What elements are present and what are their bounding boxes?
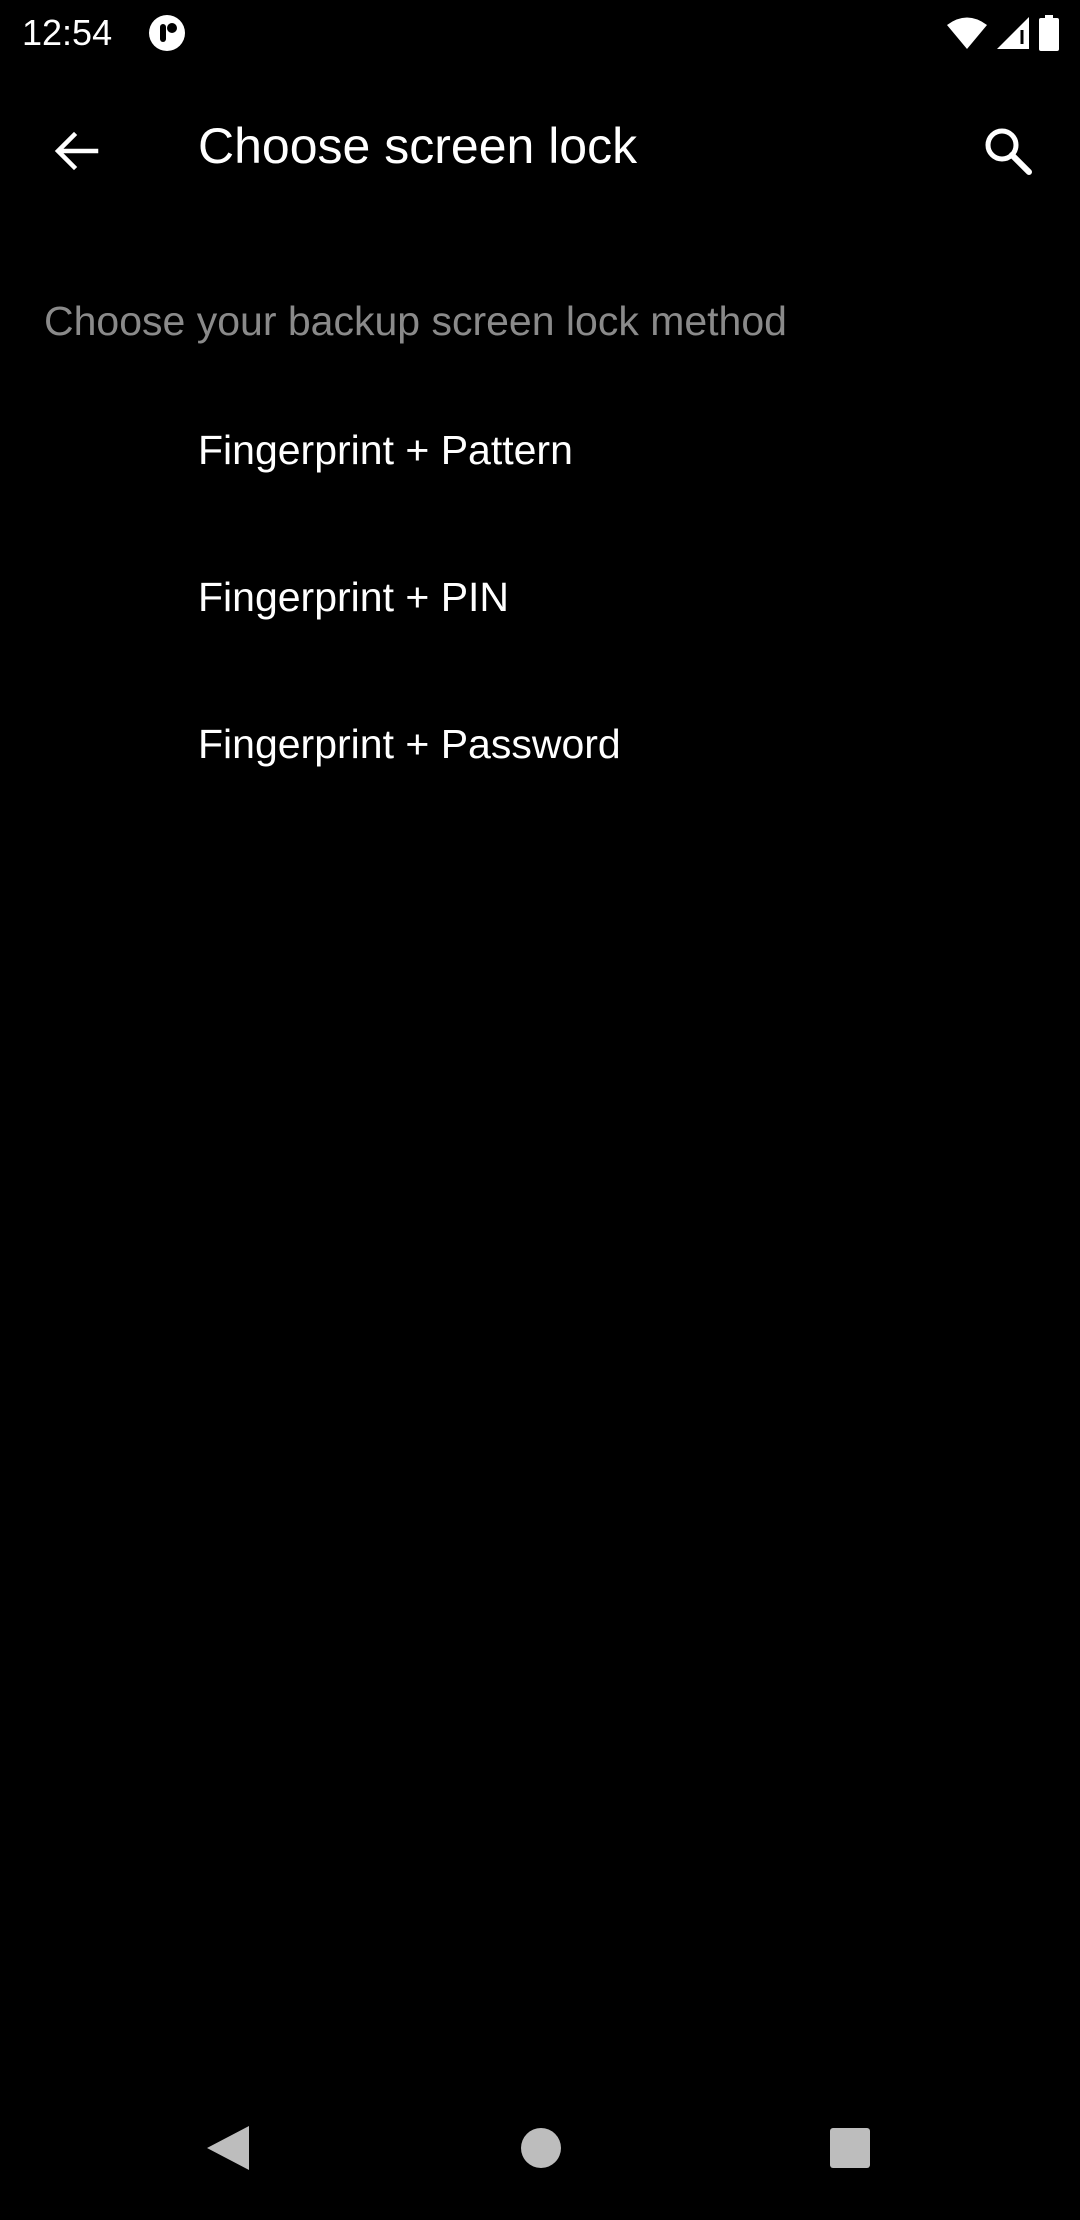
nav-recents-icon <box>829 2127 871 2174</box>
status-icons <box>946 12 1060 54</box>
option-fingerprint-pattern[interactable]: Fingerprint + Pattern <box>0 376 1080 523</box>
nav-home-icon <box>520 2127 562 2174</box>
nav-home-button[interactable] <box>509 2118 573 2182</box>
nav-back-button[interactable] <box>196 2118 260 2182</box>
option-label: Fingerprint + PIN <box>198 573 510 620</box>
option-fingerprint-password[interactable]: Fingerprint + Password <box>0 670 1080 817</box>
option-label: Fingerprint + Pattern <box>198 426 573 473</box>
status-bar: 12:54 <box>0 0 1080 66</box>
signal-icon <box>996 16 1030 50</box>
app-notification-icon <box>148 14 186 52</box>
search-button[interactable] <box>966 111 1050 195</box>
arrow-back-icon <box>52 127 100 180</box>
option-label: Fingerprint + Password <box>198 720 621 767</box>
battery-icon <box>1038 15 1060 51</box>
navigation-bar <box>0 2088 1080 2220</box>
nav-recents-button[interactable] <box>818 2118 882 2182</box>
search-icon <box>983 126 1033 181</box>
option-fingerprint-pin[interactable]: Fingerprint + PIN <box>0 523 1080 670</box>
status-time: 12:54 <box>22 12 113 53</box>
section-subheader: Choose your backup screen lock method <box>44 298 787 344</box>
wifi-icon <box>946 16 988 50</box>
app-bar: Choose screen lock <box>0 66 1080 222</box>
page-title: Choose screen lock <box>198 118 638 174</box>
lock-options-list: Fingerprint + Pattern Fingerprint + PIN … <box>0 376 1080 817</box>
back-button[interactable] <box>34 111 118 195</box>
nav-back-icon <box>205 2124 251 2177</box>
